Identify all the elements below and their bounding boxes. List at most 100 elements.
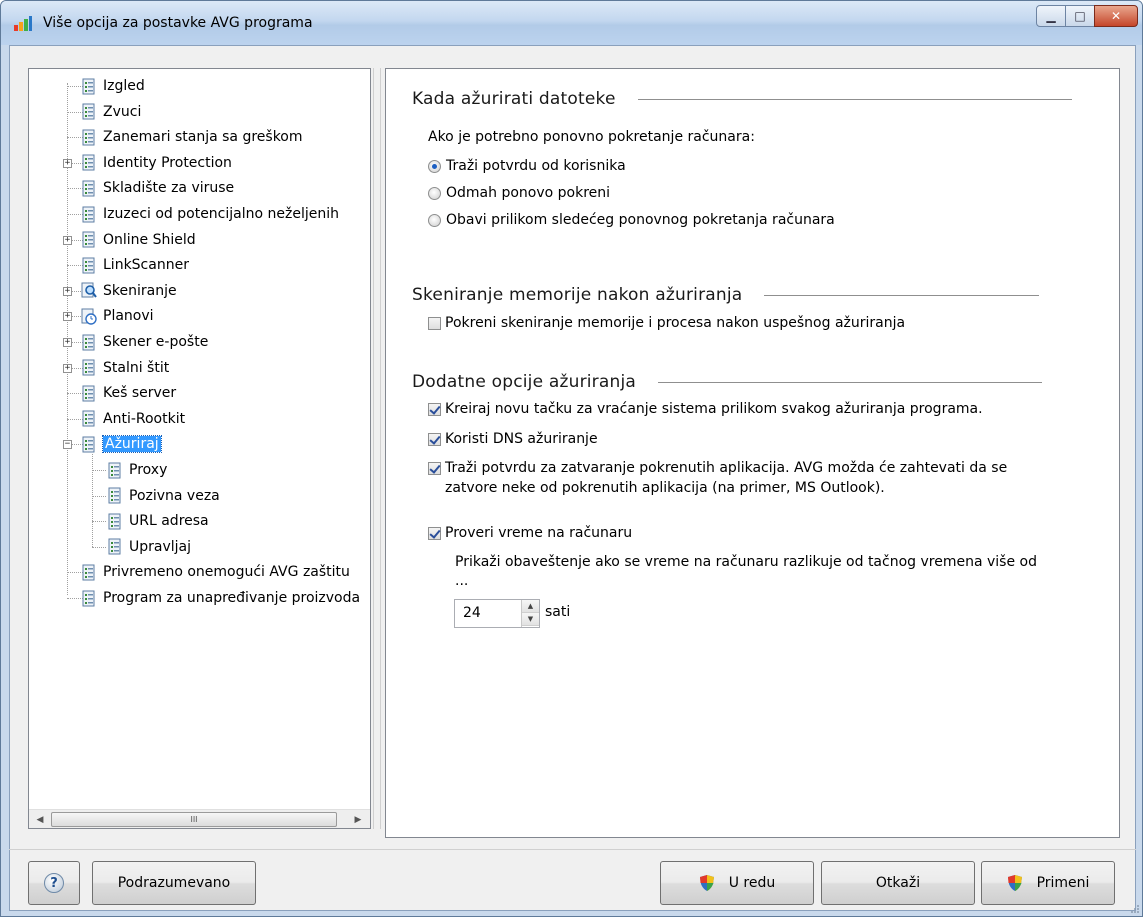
update-settings-panel bbox=[385, 68, 1120, 838]
radio-button[interactable] bbox=[428, 213, 441, 227]
tree-item-label: Privremeno onemogući AVG zaštitu bbox=[103, 564, 350, 581]
expand-icon[interactable]: + bbox=[63, 312, 72, 322]
resize-grip-icon[interactable] bbox=[1128, 902, 1140, 914]
checkbox[interactable] bbox=[428, 402, 441, 416]
checkbox[interactable] bbox=[428, 461, 441, 475]
scrollbar-thumb[interactable]: III bbox=[51, 812, 337, 827]
schedule-icon bbox=[81, 308, 97, 325]
radio-button[interactable] bbox=[428, 186, 441, 200]
scrollbar-grip-icon: III bbox=[190, 815, 198, 824]
tree-item-label: Planovi bbox=[103, 308, 154, 325]
close-button[interactable]: ✕ bbox=[1094, 5, 1138, 27]
tree-item[interactable]: LinkScanner bbox=[81, 253, 189, 277]
tree-connector-line bbox=[92, 454, 93, 547]
scroll-left-arrow-icon[interactable]: ◀ bbox=[31, 810, 49, 829]
tree-item[interactable]: Upravljaj bbox=[107, 535, 191, 559]
spin-up-icon[interactable]: ▲ bbox=[522, 600, 539, 613]
checkbox[interactable] bbox=[428, 526, 441, 540]
help-button[interactable]: ? bbox=[28, 861, 80, 905]
ok-button[interactable]: U redu bbox=[660, 861, 814, 905]
tree-horizontal-scrollbar[interactable]: ◀ III ▶ bbox=[29, 809, 370, 828]
checkbox-dns-update[interactable]: Koristi DNS ažuriranje bbox=[428, 431, 598, 447]
checkbox-check-time[interactable]: Proveri vreme na računaru bbox=[428, 525, 632, 541]
maximize-button[interactable]: □ bbox=[1065, 5, 1095, 27]
tree-item[interactable]: Keš server bbox=[81, 381, 176, 405]
expand-icon[interactable]: + bbox=[63, 158, 72, 168]
close-apps-label-continued: zatvore neke od pokrenutih aplikacija (n… bbox=[445, 480, 885, 496]
restart-prompt-label: Ako je potrebno ponovno pokretanje račun… bbox=[428, 129, 755, 145]
spin-down-icon[interactable]: ▼ bbox=[522, 613, 539, 626]
tree-item[interactable]: Pozivna veza bbox=[107, 484, 220, 508]
checkbox-restore-point[interactable]: Kreiraj novu tačku za vraćanje sistema p… bbox=[428, 401, 983, 417]
section-title-when-to-update: Kada ažurirati datoteke bbox=[412, 89, 1072, 109]
radio-button[interactable] bbox=[428, 159, 441, 173]
default-button[interactable]: Podrazumevano bbox=[92, 861, 256, 905]
tree-item[interactable]: Zvuci bbox=[81, 100, 141, 124]
hours-unit-label: sati bbox=[545, 604, 571, 620]
tree-item-label: Keš server bbox=[103, 385, 177, 402]
tree-item[interactable]: URL adresa bbox=[107, 509, 209, 533]
apply-button[interactable]: Primeni bbox=[981, 861, 1115, 905]
hours-value[interactable]: 24 bbox=[463, 605, 481, 621]
tree-item[interactable]: Online Shield bbox=[81, 228, 196, 252]
settings-page-icon bbox=[81, 257, 97, 274]
window-title: Više opcija za postavke AVG programa bbox=[43, 15, 313, 31]
tree-item-label: Upravljaj bbox=[129, 538, 192, 555]
tree-item[interactable]: Identity Protection bbox=[81, 151, 232, 175]
tree-item-label: Zanemari stanja sa greškom bbox=[103, 129, 303, 146]
settings-page-icon bbox=[81, 590, 97, 607]
checkbox-close-apps[interactable]: Traži potvrdu za zatvaranje pokrenutih a… bbox=[428, 460, 1007, 476]
uac-shield-icon bbox=[699, 875, 714, 891]
tree-item[interactable]: Stalni štit bbox=[81, 356, 169, 380]
tree-item-label: URL adresa bbox=[129, 513, 209, 530]
tree-item-label: LinkScanner bbox=[103, 257, 189, 274]
checkbox-memory-scan[interactable]: Pokreni skeniranje memorije i procesa na… bbox=[428, 315, 905, 331]
settings-page-icon bbox=[107, 487, 123, 504]
checkbox-label: Proveri vreme na računaru bbox=[445, 525, 633, 541]
settings-page-icon bbox=[81, 154, 97, 171]
tree-item[interactable]: Ažuriraj bbox=[81, 432, 162, 456]
radio-restart-now[interactable]: Odmah ponovo pokreni bbox=[428, 185, 610, 201]
tree-item[interactable]: Skeniranje bbox=[81, 279, 177, 303]
tree-item[interactable]: Privremeno onemogući AVG zaštitu bbox=[81, 560, 350, 584]
expand-icon[interactable]: + bbox=[63, 363, 72, 373]
expand-icon[interactable]: + bbox=[63, 286, 72, 296]
expand-icon[interactable]: + bbox=[63, 235, 72, 245]
tree-item[interactable]: Izgled bbox=[81, 74, 145, 98]
radio-next-restart[interactable]: Obavi prilikom sledećeg ponovnog pokreta… bbox=[428, 212, 835, 228]
tree-item-label: Proxy bbox=[129, 462, 168, 478]
tree-item[interactable]: Anti-Rootkit bbox=[81, 407, 185, 431]
cancel-button[interactable]: Otkaži bbox=[821, 861, 975, 905]
settings-page-icon bbox=[81, 129, 97, 146]
minimize-button[interactable]: ▁ bbox=[1036, 5, 1066, 27]
settings-tree-pane: Izgled Zvuci Zanemari stanja sa greškom + Id… bbox=[28, 68, 371, 829]
radio-label: Odmah ponovo pokreni bbox=[446, 185, 611, 201]
title-bar[interactable]: Više opcija za postavke AVG programa ▁ □… bbox=[1, 1, 1142, 45]
tree-item-label: Skladište za viruse bbox=[103, 180, 235, 197]
tree-item[interactable]: Izuzeci od potencijalno neželjenih bbox=[81, 202, 339, 226]
help-icon: ? bbox=[44, 873, 64, 893]
tree-item[interactable]: Proxy bbox=[107, 458, 167, 482]
pane-splitter[interactable] bbox=[373, 68, 381, 829]
settings-page-icon bbox=[107, 462, 123, 479]
tree-item[interactable]: Zanemari stanja sa greškom bbox=[81, 125, 303, 149]
default-button-label: Podrazumevano bbox=[117, 875, 231, 891]
section-title-additional-options: Dodatne opcije ažuriranja bbox=[412, 372, 1042, 392]
tree-item[interactable]: Program za unapređivanje proizvoda bbox=[81, 586, 360, 610]
time-notice-label: Prikaži obaveštenje ako se vreme na raču… bbox=[455, 554, 1037, 570]
tree-connector-line bbox=[92, 546, 106, 548]
radio-ask-user[interactable]: Traži potvrdu od korisnika bbox=[428, 158, 626, 174]
tree-connector-line bbox=[92, 495, 106, 497]
button-bar-separator bbox=[9, 849, 1136, 850]
tree-item[interactable]: Skladište za viruse bbox=[81, 176, 234, 200]
checkbox[interactable] bbox=[428, 316, 441, 330]
settings-page-icon bbox=[81, 359, 97, 376]
expand-icon[interactable]: + bbox=[63, 338, 72, 347]
tree-item[interactable]: Skener e-pošte bbox=[81, 330, 208, 354]
collapse-icon[interactable]: − bbox=[63, 440, 72, 450]
checkbox[interactable] bbox=[428, 432, 441, 446]
tree-item[interactable]: Planovi bbox=[81, 304, 154, 328]
scroll-right-arrow-icon[interactable]: ▶ bbox=[349, 810, 367, 829]
hours-spinbox[interactable]: 24 ▲ ▼ bbox=[454, 599, 540, 628]
checkbox-label: Koristi DNS ažuriranje bbox=[445, 431, 598, 447]
